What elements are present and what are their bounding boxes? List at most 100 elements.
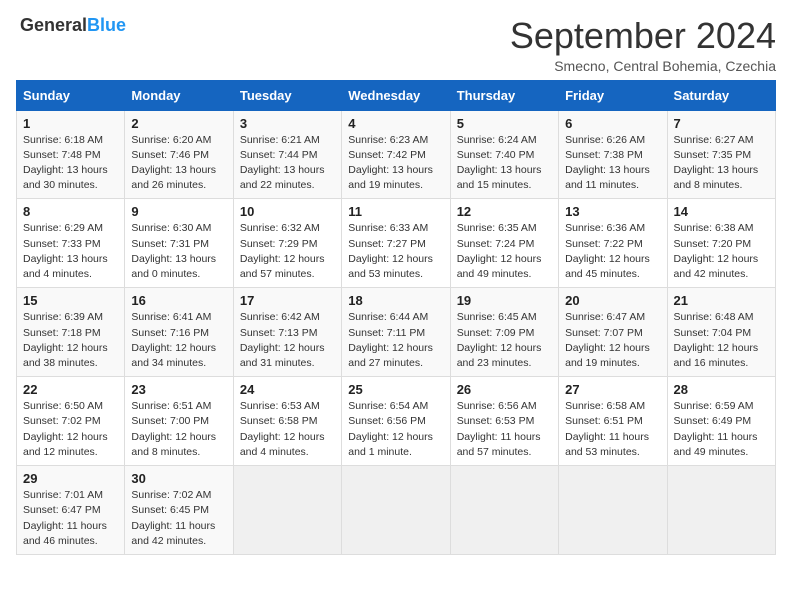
calendar-week-4: 29Sunrise: 7:01 AM Sunset: 6:47 PM Dayli… (17, 466, 776, 555)
logo-text: GeneralBlue (20, 16, 126, 36)
day-info: Sunrise: 6:47 AM Sunset: 7:07 PM Dayligh… (565, 310, 660, 371)
calendar-cell-1: 1 Sunrise: 6:18 AM Sunset: 7:48 PM Daylig… (17, 110, 125, 199)
calendar-cell-28: 28 Sunrise: 6:59 AM Sunset: 6:49 PM Dayli… (667, 377, 775, 466)
month-title: September 2024 (510, 16, 776, 56)
calendar-week-0: 1 Sunrise: 6:18 AM Sunset: 7:48 PM Daylig… (17, 110, 776, 199)
calendar-cell-15: 15 Sunrise: 6:39 AM Sunset: 7:18 PM Dayli… (17, 288, 125, 377)
calendar-cell-26: 26Sunrise: 6:56 AM Sunset: 6:53 PM Dayli… (450, 377, 558, 466)
day-info: Sunrise: 6:39 AM Sunset: 7:18 PM Dayligh… (23, 310, 118, 371)
logo: GeneralBlue (16, 16, 126, 36)
calendar-cell-21: 21Sunrise: 6:48 AM Sunset: 7:04 PM Dayli… (667, 288, 775, 377)
calendar-cell-22: 22Sunrise: 6:50 AM Sunset: 7:02 PM Dayli… (17, 377, 125, 466)
day-number: 14 (674, 204, 769, 219)
weekday-header-saturday: Saturday (667, 80, 775, 110)
day-number: 10 (240, 204, 335, 219)
calendar-table: SundayMondayTuesdayWednesdayThursdayFrid… (16, 80, 776, 555)
calendar-cell-12: 12 Sunrise: 6:35 AM Sunset: 7:24 PM Dayli… (450, 199, 558, 288)
calendar-cell-empty (559, 466, 667, 555)
calendar-cell-empty (450, 466, 558, 555)
calendar-cell-2: 2 Sunrise: 6:20 AM Sunset: 7:46 PM Daylig… (125, 110, 233, 199)
day-number: 30 (131, 471, 226, 486)
calendar-cell-7: 7 Sunrise: 6:27 AM Sunset: 7:35 PM Daylig… (667, 110, 775, 199)
day-number: 17 (240, 293, 335, 308)
day-info: Sunrise: 6:45 AM Sunset: 7:09 PM Dayligh… (457, 310, 552, 371)
day-number: 24 (240, 382, 335, 397)
day-number: 1 (23, 116, 118, 131)
day-info: Sunrise: 6:44 AM Sunset: 7:11 PM Dayligh… (348, 310, 443, 371)
day-number: 20 (565, 293, 660, 308)
day-info: Sunrise: 6:27 AM Sunset: 7:35 PM Dayligh… (674, 133, 769, 194)
day-number: 2 (131, 116, 226, 131)
title-area: September 2024 Smecno, Central Bohemia, … (510, 16, 776, 74)
day-info: Sunrise: 7:02 AM Sunset: 6:45 PM Dayligh… (131, 488, 226, 549)
weekday-header-tuesday: Tuesday (233, 80, 341, 110)
day-number: 5 (457, 116, 552, 131)
calendar-cell-16: 16 Sunrise: 6:41 AM Sunset: 7:16 PM Dayli… (125, 288, 233, 377)
calendar-cell-23: 23Sunrise: 6:51 AM Sunset: 7:00 PM Dayli… (125, 377, 233, 466)
calendar-cell-10: 10 Sunrise: 6:32 AM Sunset: 7:29 PM Dayli… (233, 199, 341, 288)
weekday-header-wednesday: Wednesday (342, 80, 450, 110)
day-info: Sunrise: 6:50 AM Sunset: 7:02 PM Dayligh… (23, 399, 118, 460)
calendar-cell-25: 25Sunrise: 6:54 AM Sunset: 6:56 PM Dayli… (342, 377, 450, 466)
day-info: Sunrise: 6:30 AM Sunset: 7:31 PM Dayligh… (131, 221, 226, 282)
day-info: Sunrise: 6:54 AM Sunset: 6:56 PM Dayligh… (348, 399, 443, 460)
day-info: Sunrise: 6:58 AM Sunset: 6:51 PM Dayligh… (565, 399, 660, 460)
weekday-header-friday: Friday (559, 80, 667, 110)
day-info: Sunrise: 6:23 AM Sunset: 7:42 PM Dayligh… (348, 133, 443, 194)
day-info: Sunrise: 6:41 AM Sunset: 7:16 PM Dayligh… (131, 310, 226, 371)
day-info: Sunrise: 6:32 AM Sunset: 7:29 PM Dayligh… (240, 221, 335, 282)
day-number: 12 (457, 204, 552, 219)
day-number: 8 (23, 204, 118, 219)
day-info: Sunrise: 6:18 AM Sunset: 7:48 PM Dayligh… (23, 133, 118, 194)
logo-blue: Blue (87, 15, 126, 35)
calendar-week-2: 15 Sunrise: 6:39 AM Sunset: 7:18 PM Dayli… (17, 288, 776, 377)
weekday-header-row: SundayMondayTuesdayWednesdayThursdayFrid… (17, 80, 776, 110)
calendar-cell-13: 13 Sunrise: 6:36 AM Sunset: 7:22 PM Dayli… (559, 199, 667, 288)
calendar-cell-11: 11 Sunrise: 6:33 AM Sunset: 7:27 PM Dayli… (342, 199, 450, 288)
day-number: 7 (674, 116, 769, 131)
calendar-cell-4: 4Sunrise: 6:23 AM Sunset: 7:42 PM Daylig… (342, 110, 450, 199)
calendar-cell-empty (233, 466, 341, 555)
day-number: 15 (23, 293, 118, 308)
day-number: 18 (348, 293, 443, 308)
day-info: Sunrise: 6:53 AM Sunset: 6:58 PM Dayligh… (240, 399, 335, 460)
day-info: Sunrise: 6:48 AM Sunset: 7:04 PM Dayligh… (674, 310, 769, 371)
day-info: Sunrise: 6:35 AM Sunset: 7:24 PM Dayligh… (457, 221, 552, 282)
calendar-cell-9: 9 Sunrise: 6:30 AM Sunset: 7:31 PM Daylig… (125, 199, 233, 288)
calendar-cell-3: 3Sunrise: 6:21 AM Sunset: 7:44 PM Daylig… (233, 110, 341, 199)
day-info: Sunrise: 6:56 AM Sunset: 6:53 PM Dayligh… (457, 399, 552, 460)
weekday-header-thursday: Thursday (450, 80, 558, 110)
day-number: 9 (131, 204, 226, 219)
day-number: 3 (240, 116, 335, 131)
day-info: Sunrise: 7:01 AM Sunset: 6:47 PM Dayligh… (23, 488, 118, 549)
day-number: 19 (457, 293, 552, 308)
calendar-cell-14: 14 Sunrise: 6:38 AM Sunset: 7:20 PM Dayli… (667, 199, 775, 288)
day-info: Sunrise: 6:33 AM Sunset: 7:27 PM Dayligh… (348, 221, 443, 282)
weekday-header-sunday: Sunday (17, 80, 125, 110)
day-info: Sunrise: 6:42 AM Sunset: 7:13 PM Dayligh… (240, 310, 335, 371)
day-info: Sunrise: 6:59 AM Sunset: 6:49 PM Dayligh… (674, 399, 769, 460)
day-number: 13 (565, 204, 660, 219)
day-number: 11 (348, 204, 443, 219)
day-info: Sunrise: 6:29 AM Sunset: 7:33 PM Dayligh… (23, 221, 118, 282)
day-info: Sunrise: 6:36 AM Sunset: 7:22 PM Dayligh… (565, 221, 660, 282)
calendar-cell-24: 24 Sunrise: 6:53 AM Sunset: 6:58 PM Dayli… (233, 377, 341, 466)
calendar-cell-18: 18 Sunrise: 6:44 AM Sunset: 7:11 PM Dayli… (342, 288, 450, 377)
logo-general: General (20, 15, 87, 35)
day-number: 28 (674, 382, 769, 397)
day-number: 23 (131, 382, 226, 397)
calendar-week-3: 22Sunrise: 6:50 AM Sunset: 7:02 PM Dayli… (17, 377, 776, 466)
weekday-header-monday: Monday (125, 80, 233, 110)
calendar-cell-20: 20 Sunrise: 6:47 AM Sunset: 7:07 PM Dayli… (559, 288, 667, 377)
day-number: 16 (131, 293, 226, 308)
calendar-cell-empty (342, 466, 450, 555)
calendar-cell-19: 19 Sunrise: 6:45 AM Sunset: 7:09 PM Dayli… (450, 288, 558, 377)
calendar-cell-27: 27 Sunrise: 6:58 AM Sunset: 6:51 PM Dayli… (559, 377, 667, 466)
calendar-week-1: 8 Sunrise: 6:29 AM Sunset: 7:33 PM Daylig… (17, 199, 776, 288)
day-info: Sunrise: 6:38 AM Sunset: 7:20 PM Dayligh… (674, 221, 769, 282)
calendar-cell-29: 29Sunrise: 7:01 AM Sunset: 6:47 PM Dayli… (17, 466, 125, 555)
day-info: Sunrise: 6:20 AM Sunset: 7:46 PM Dayligh… (131, 133, 226, 194)
location-subtitle: Smecno, Central Bohemia, Czechia (510, 58, 776, 74)
day-number: 27 (565, 382, 660, 397)
calendar-cell-6: 6Sunrise: 6:26 AM Sunset: 7:38 PM Daylig… (559, 110, 667, 199)
